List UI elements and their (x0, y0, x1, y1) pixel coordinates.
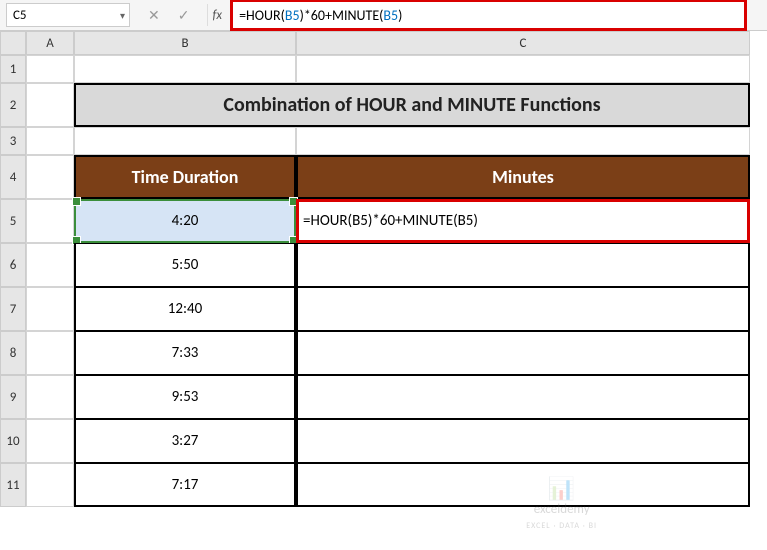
row-header-8[interactable]: 8 (0, 331, 26, 375)
formula-text-part: ) (398, 7, 402, 24)
title-cell[interactable]: Combination of HOUR and MINUTE Functions (74, 83, 750, 127)
formula-ref: B5 (285, 7, 300, 24)
cell-A6[interactable] (26, 243, 74, 287)
cell-value: 5:50 (172, 256, 199, 274)
cell-A7[interactable] (26, 287, 74, 331)
cell-C7[interactable] (296, 287, 750, 331)
formula-ref: B5 (383, 7, 398, 24)
cell-value: 3:27 (172, 432, 199, 450)
cell-C6[interactable] (296, 243, 750, 287)
cell-B6[interactable]: 5:50 (74, 243, 296, 287)
cell-C8[interactable] (296, 331, 750, 375)
cell-A5[interactable] (26, 199, 74, 243)
cell-B5[interactable]: 4:20 (74, 199, 296, 243)
formula-bar-input[interactable]: =HOUR(B5)*60+MINUTE(B5) (230, 0, 747, 31)
cell-value: 12:40 (168, 300, 202, 318)
cell-value: 7:17 (172, 476, 199, 494)
cell-B11[interactable]: 7:17 (74, 463, 296, 507)
fx-label[interactable]: fx (207, 4, 230, 26)
header-label: Minutes (492, 166, 554, 188)
header-time-duration[interactable]: Time Duration (74, 155, 296, 199)
cancel-icon[interactable]: ✕ (148, 7, 160, 24)
row-header-5[interactable]: 5 (0, 199, 26, 243)
row-header-9[interactable]: 9 (0, 375, 26, 419)
cell-C9[interactable] (296, 375, 750, 419)
enter-icon[interactable]: ✓ (178, 7, 190, 24)
formula-bar-row: C5 ▾ ✕ ✓ fx =HOUR(B5)*60+MINUTE(B5) (0, 0, 767, 31)
watermark-tagline: EXCEL · DATA · BI (526, 521, 597, 531)
name-box[interactable]: C5 ▾ (6, 3, 130, 27)
cell-A2[interactable] (26, 83, 74, 127)
cell-B8[interactable]: 7:33 (74, 331, 296, 375)
col-header-A[interactable]: A (26, 31, 74, 55)
name-box-value: C5 (13, 8, 27, 23)
formula-bar-buttons: ✕ ✓ (130, 7, 207, 24)
row-header-2[interactable]: 2 (0, 83, 26, 127)
cell-A9[interactable] (26, 375, 74, 419)
cell-A4[interactable] (26, 155, 74, 199)
cell-value: 9:53 (172, 388, 199, 406)
spreadsheet-grid[interactable]: A B C 1 2 Combination of HOUR and MINUTE… (0, 31, 767, 507)
cell-C10[interactable] (296, 419, 750, 463)
header-label: Time Duration (132, 166, 239, 188)
cell-value: =HOUR(B5)*60+MINUTE(B5) (303, 212, 478, 230)
cell-B3[interactable] (74, 127, 296, 155)
selection-handle-icon[interactable] (72, 197, 81, 206)
cell-A8[interactable] (26, 331, 74, 375)
cell-C1[interactable] (296, 55, 750, 83)
cell-A10[interactable] (26, 419, 74, 463)
cell-B9[interactable]: 9:53 (74, 375, 296, 419)
row-header-4[interactable]: 4 (0, 155, 26, 199)
cell-A11[interactable] (26, 463, 74, 507)
header-minutes[interactable]: Minutes (296, 155, 750, 199)
col-header-C[interactable]: C (296, 31, 750, 55)
cell-B7[interactable]: 12:40 (74, 287, 296, 331)
cell-A1[interactable] (26, 55, 74, 83)
col-header-B[interactable]: B (74, 31, 296, 55)
cell-B10[interactable]: 3:27 (74, 419, 296, 463)
cell-A3[interactable] (26, 127, 74, 155)
row-header-7[interactable]: 7 (0, 287, 26, 331)
cell-C3[interactable] (296, 127, 750, 155)
chevron-down-icon[interactable]: ▾ (120, 9, 125, 22)
cell-C11[interactable] (296, 463, 750, 507)
row-header-3[interactable]: 3 (0, 127, 26, 155)
title-text: Combination of HOUR and MINUTE Functions (223, 93, 600, 117)
row-header-11[interactable]: 11 (0, 463, 26, 507)
formula-text-part: )*60+MINUTE( (300, 7, 384, 24)
select-all-corner[interactable] (0, 31, 26, 55)
formula-text-part: =HOUR( (239, 7, 285, 24)
row-header-6[interactable]: 6 (0, 243, 26, 287)
cell-C5[interactable]: =HOUR(B5)*60+MINUTE(B5) (296, 199, 750, 243)
cell-value: 4:20 (172, 212, 199, 230)
cell-B1[interactable] (74, 55, 296, 83)
row-header-1[interactable]: 1 (0, 55, 26, 83)
row-header-10[interactable]: 10 (0, 419, 26, 463)
cell-value: 7:33 (172, 344, 199, 362)
